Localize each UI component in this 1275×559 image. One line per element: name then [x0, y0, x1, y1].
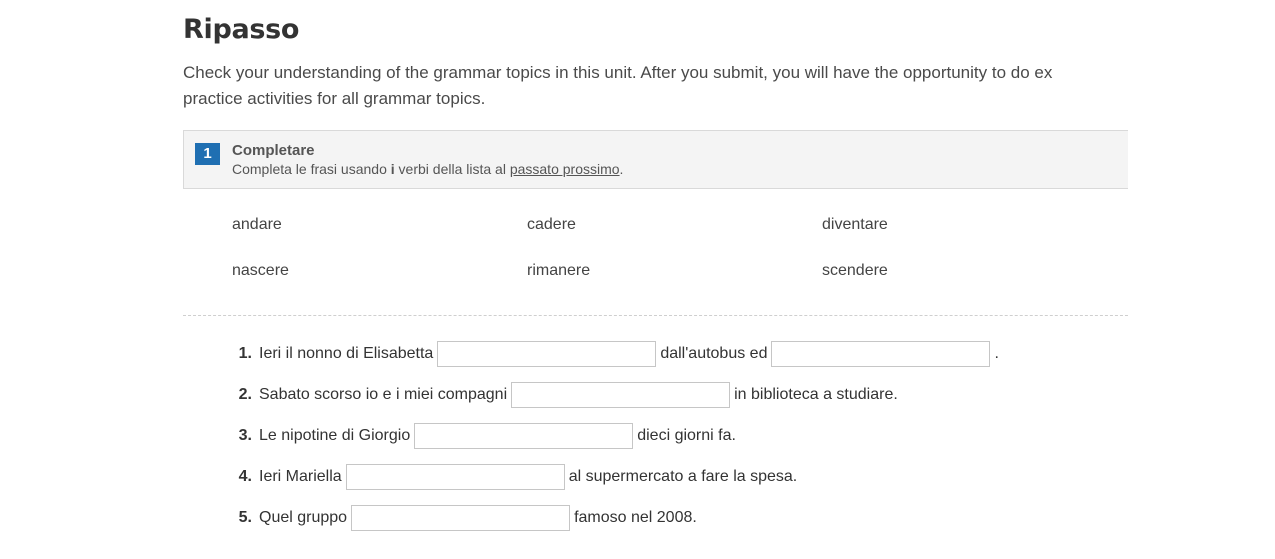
section-divider: [183, 315, 1128, 316]
instructions-text-1: Completa le frasi usando: [232, 161, 391, 177]
word-bank-item: cadere: [527, 216, 576, 233]
word-bank-item: diventare: [822, 216, 888, 233]
page-title: Ripasso: [183, 14, 300, 45]
instructions-text-2: verbi della lista al: [394, 161, 510, 177]
question-item: 2. Sabato scorso io e i miei compagni in…: [183, 379, 898, 411]
question-number: 3.: [238, 427, 252, 444]
question-item: 3. Le nipotine di Giorgio dieci giorni f…: [183, 420, 736, 452]
intro-text: Check your understanding of the grammar …: [183, 60, 1128, 112]
question-text: .: [994, 345, 999, 362]
question-text: Quel gruppo: [259, 509, 348, 526]
question-number: 2.: [238, 386, 252, 403]
question-text: al supermercato a fare la spesa.: [568, 468, 798, 485]
word-bank-item: nascere: [232, 262, 289, 279]
question-item: 5. Quel gruppo famoso nel 2008.: [183, 502, 697, 534]
answer-input[interactable]: [345, 464, 565, 490]
activity-header: 1 Completare Completa le frasi usando i …: [183, 130, 1128, 189]
question-text: Ieri Mariella: [259, 468, 342, 485]
activity-number-badge: 1: [195, 143, 220, 165]
instructions-end: .: [619, 161, 624, 177]
question-text: dieci giorni fa.: [637, 427, 736, 444]
answer-input[interactable]: [351, 505, 571, 531]
main-content: Ripasso Check your understanding of the …: [183, 0, 1128, 559]
activity-title: Completare: [232, 142, 315, 159]
question-number: 1.: [238, 345, 252, 362]
question-text: Sabato scorso io e i miei compagni: [259, 386, 508, 403]
answer-input[interactable]: [511, 382, 731, 408]
question-number: 5.: [238, 509, 252, 526]
word-bank-item: rimanere: [527, 262, 591, 279]
question-text: Le nipotine di Giorgio: [259, 427, 411, 444]
question-item: 4. Ieri Mariella al supermercato a fare …: [183, 461, 797, 493]
answer-input[interactable]: [771, 341, 991, 367]
activity-instructions: Completa le frasi usando i verbi della l…: [232, 161, 623, 177]
intro-line-2: practice activities for all grammar topi…: [183, 89, 486, 108]
question-text: Ieri il nonno di Elisabetta: [259, 345, 434, 362]
question-text: famoso nel 2008.: [574, 509, 697, 526]
passato-prossimo-link[interactable]: passato prossimo: [510, 161, 620, 177]
intro-line-1: Check your understanding of the grammar …: [183, 63, 1053, 82]
question-text: in biblioteca a studiare.: [734, 386, 898, 403]
question-number: 4.: [238, 468, 252, 485]
question-text: dall'autobus ed: [660, 345, 768, 362]
answer-input[interactable]: [414, 423, 634, 449]
question-item: 1. Ieri il nonno di Elisabetta dall'auto…: [183, 338, 999, 370]
word-bank-item: scendere: [822, 262, 888, 279]
answer-input[interactable]: [437, 341, 657, 367]
word-bank-item: andare: [232, 216, 282, 233]
